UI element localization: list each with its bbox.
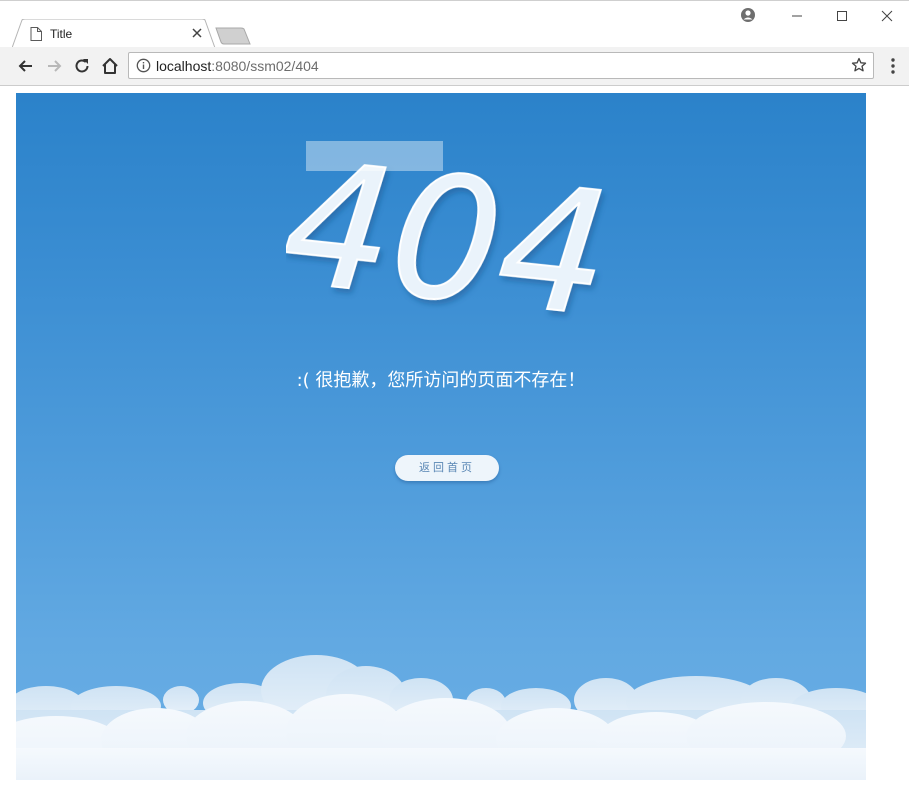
page-viewport: 404 :( 很抱歉，您所访问的页面不存在！ 返回首页 [0, 86, 909, 812]
tab-background [12, 19, 216, 49]
return-home-button[interactable]: 返回首页 [395, 455, 499, 481]
url-host: localhost [156, 58, 212, 74]
error-page: 404 :( 很抱歉，您所访问的页面不存在！ 返回首页 [16, 93, 866, 780]
tab-title: Title [50, 27, 73, 41]
star-icon[interactable] [851, 57, 867, 73]
close-icon[interactable] [190, 26, 204, 40]
url-text[interactable]: localhost:8080/ssm02/404 [156, 58, 319, 74]
profile-icon[interactable] [740, 7, 756, 23]
back-arrow-icon[interactable] [16, 56, 36, 76]
info-icon[interactable] [136, 58, 151, 73]
address-bar[interactable]: localhost:8080/ssm02/404 [128, 52, 874, 79]
tape-strip [306, 141, 443, 171]
home-icon[interactable] [100, 56, 120, 76]
tab-strip: Title [0, 0, 909, 49]
error-message: :( 很抱歉，您所访问的页面不存在！ [296, 370, 586, 391]
url-path: :8080/ssm02/404 [211, 58, 319, 74]
tab-active[interactable]: Title [12, 19, 216, 49]
reload-icon[interactable] [72, 56, 92, 76]
clouds-illustration [16, 655, 866, 780]
browser-toolbar: localhost:8080/ssm02/404 [0, 47, 909, 86]
document-icon [30, 27, 42, 41]
new-tab-button[interactable] [215, 26, 253, 46]
maximize-icon[interactable] [835, 9, 849, 23]
window-close-icon[interactable] [880, 9, 894, 23]
minimize-icon[interactable] [790, 9, 804, 23]
more-vert-icon[interactable] [886, 57, 900, 75]
forward-arrow-icon[interactable] [44, 56, 64, 76]
error-404-illustration: 404 [286, 133, 616, 333]
browser-window: Title localhost:8080/ssm02/404 404:(很抱… [0, 0, 909, 812]
